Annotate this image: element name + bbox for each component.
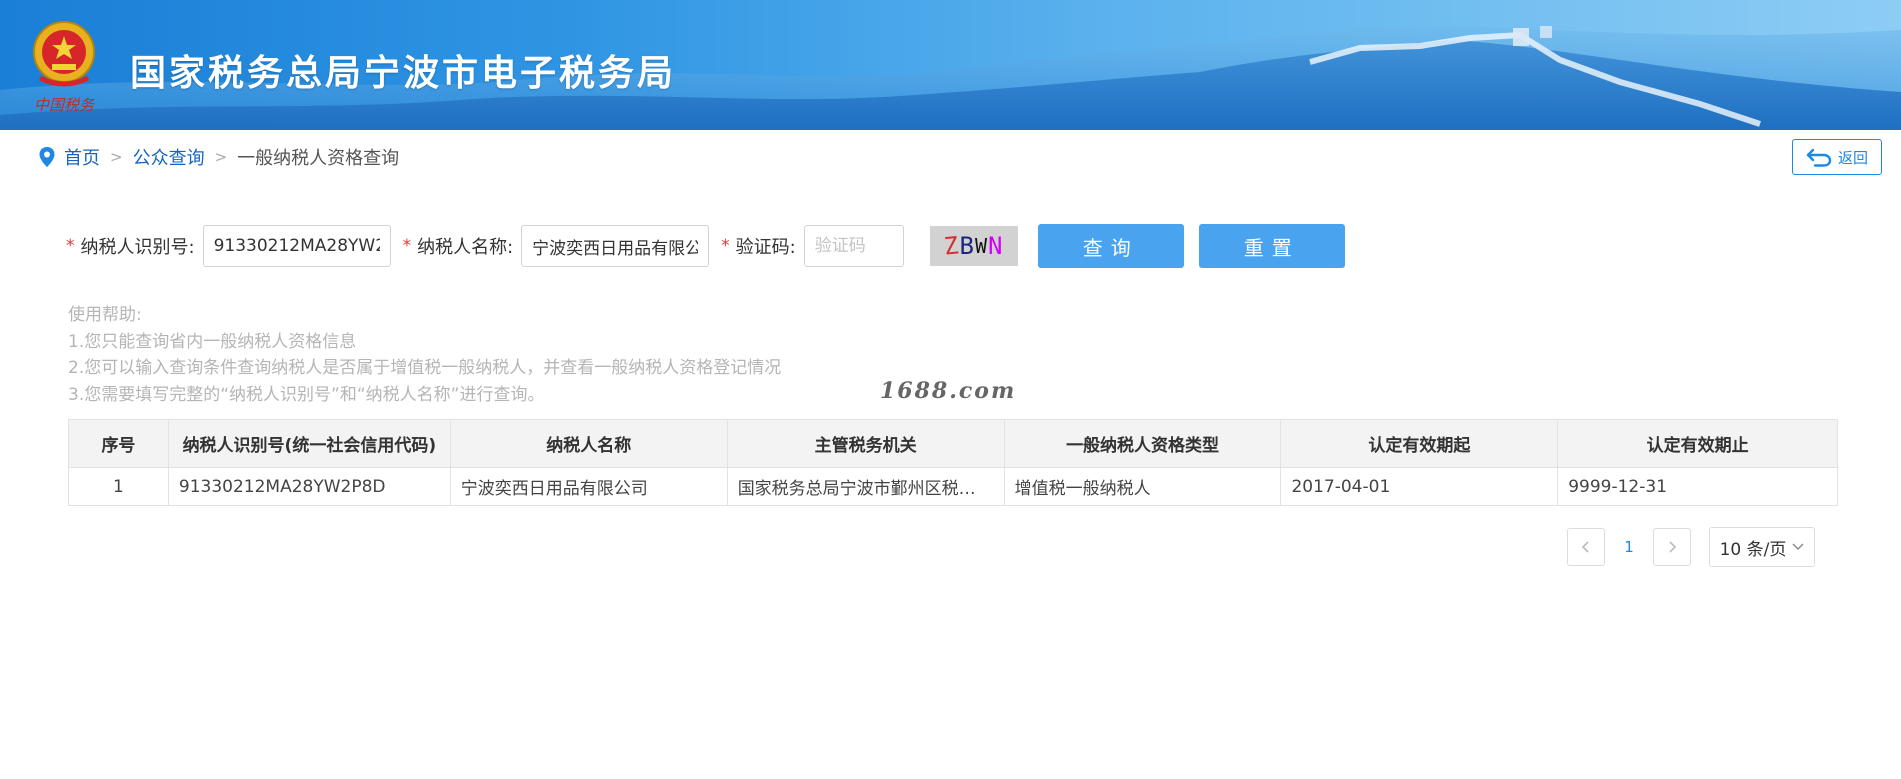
taxpayer-name-label: 纳税人名称: <box>417 237 514 258</box>
pagination: 1 10 条/页 <box>1567 527 1815 567</box>
column-header: 纳税人识别号(统一社会信用代码) <box>167 419 451 468</box>
captcha-image[interactable]: Z B W N <box>929 226 1018 266</box>
cell-qualification-type: 增值税一般纳税人 <box>1003 467 1282 506</box>
chevron-down-icon <box>1792 543 1804 550</box>
site-header: 中国税务 国家税务总局宁波市电子税务局 <box>0 0 1901 130</box>
back-button-label: 返回 <box>1837 148 1868 167</box>
captcha-char: N <box>987 232 1004 260</box>
captcha-char: W <box>974 234 988 258</box>
cell-tax-authority: 国家税务总局宁波市鄞州区税… <box>726 467 1005 506</box>
watermark-text: 1688.com <box>880 378 1017 404</box>
captcha-label: 验证码: <box>735 237 796 258</box>
help-line: 3.您需要填写完整的“纳税人识别号”和“纳税人名称”进行查询。 <box>68 384 545 405</box>
reset-button[interactable]: 重置 <box>1198 224 1345 268</box>
captcha-char: Z <box>942 231 961 261</box>
search-form: * 纳税人识别号: * 纳税人名称: * 验证码: Z B W N 查询 重置 <box>66 224 1345 268</box>
breadcrumb-separator: > <box>110 148 123 166</box>
column-header: 认定有效期起 <box>1280 419 1559 468</box>
help-title: 使用帮助: <box>68 305 142 325</box>
back-button[interactable]: 返回 <box>1792 139 1882 175</box>
chevron-right-icon <box>1669 541 1677 553</box>
breadcrumb-public-query-link[interactable]: 公众查询 <box>133 144 205 170</box>
return-arrow-icon <box>1806 148 1832 167</box>
breadcrumb: 首页 > 公众查询 > 一般纳税人资格查询 <box>38 144 400 170</box>
cell-valid-from: 2017-04-01 <box>1280 467 1559 506</box>
table-row[interactable]: 1 91330212MA28YW2P8D 宁波奕西日用品有限公司 国家税务总局宁… <box>68 467 1838 506</box>
help-line: 1.您只能查询省内一般纳税人资格信息 <box>68 331 357 352</box>
location-pin-icon <box>39 147 55 167</box>
required-mark: * <box>721 236 730 256</box>
cell-index: 1 <box>68 467 169 506</box>
results-table: 序号 纳税人识别号(统一社会信用代码) 纳税人名称 主管税务机关 一般纳税人资格… <box>68 419 1838 506</box>
taxpayer-id-label: 纳税人识别号: <box>80 237 195 258</box>
breadcrumb-current: 一般纳税人资格查询 <box>237 148 400 169</box>
logo-text: 中国税务 <box>34 96 96 114</box>
column-header: 一般纳税人资格类型 <box>1003 419 1282 468</box>
query-button[interactable]: 查询 <box>1037 224 1184 268</box>
table-header-row: 序号 纳税人识别号(统一社会信用代码) 纳税人名称 主管税务机关 一般纳税人资格… <box>68 419 1838 468</box>
column-header: 主管税务机关 <box>726 419 1005 468</box>
column-header: 纳税人名称 <box>449 419 728 468</box>
help-line: 2.您可以输入查询条件查询纳税人是否属于增值税一般纳税人，并查看一般纳税人资格登… <box>68 358 782 378</box>
tax-emblem-logo: 中国税务 <box>33 21 96 114</box>
breadcrumb-separator: > <box>214 148 228 166</box>
captcha-input[interactable] <box>803 225 904 267</box>
next-page-button[interactable] <box>1653 528 1691 566</box>
column-header: 认定有效期止 <box>1557 419 1838 468</box>
taxpayer-id-input[interactable] <box>202 225 391 267</box>
chevron-left-icon <box>1581 541 1589 553</box>
page-number[interactable]: 1 <box>1605 538 1653 556</box>
required-mark: * <box>66 236 75 256</box>
site-title: 国家税务总局宁波市电子税务局 <box>130 53 677 94</box>
cell-valid-to: 9999-12-31 <box>1557 467 1838 506</box>
usage-help: 使用帮助: 1.您只能查询省内一般纳税人资格信息 2.您可以输入查询条件查询纳税… <box>68 302 781 408</box>
column-header: 序号 <box>68 419 169 468</box>
cell-taxpayer-name: 宁波奕西日用品有限公司 <box>449 467 728 506</box>
required-mark: * <box>402 236 412 256</box>
breadcrumb-home-link[interactable]: 首页 <box>64 144 100 170</box>
captcha-char: B <box>959 232 975 260</box>
taxpayer-name-input[interactable] <box>521 225 710 267</box>
page-size-select[interactable]: 10 条/页 <box>1709 527 1815 567</box>
page-size-value: 10 条/页 <box>1719 539 1787 560</box>
cell-taxpayer-id: 91330212MA28YW2P8D <box>167 467 451 506</box>
prev-page-button[interactable] <box>1567 528 1605 566</box>
